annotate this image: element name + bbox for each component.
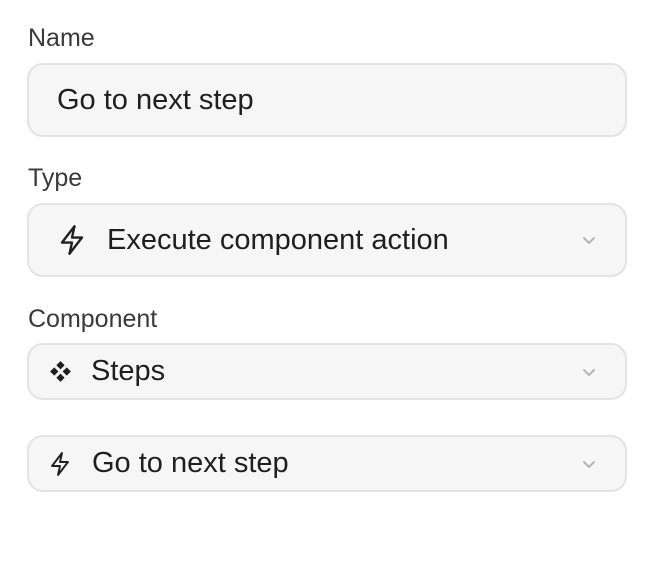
chevron-down-icon — [583, 368, 595, 376]
type-select-value: Execute component action — [107, 223, 449, 256]
lightning-bolt-icon — [57, 223, 87, 257]
chevron-down-icon — [583, 460, 595, 468]
component-select-value: Steps — [91, 355, 166, 387]
action-select[interactable]: Go to next step — [27, 435, 627, 492]
name-input-value: Go to next step — [57, 83, 254, 116]
name-input[interactable]: Go to next step — [27, 63, 627, 137]
lightning-bolt-icon — [48, 450, 72, 478]
type-select[interactable]: Execute component action — [27, 203, 627, 277]
name-label: Name — [28, 24, 95, 52]
component-diamond-icon — [48, 359, 73, 384]
action-select-value: Go to next step — [92, 447, 289, 479]
type-label: Type — [28, 164, 83, 192]
chevron-down-icon — [583, 237, 595, 244]
component-select[interactable]: Steps — [27, 343, 627, 400]
component-label: Component — [28, 305, 158, 333]
